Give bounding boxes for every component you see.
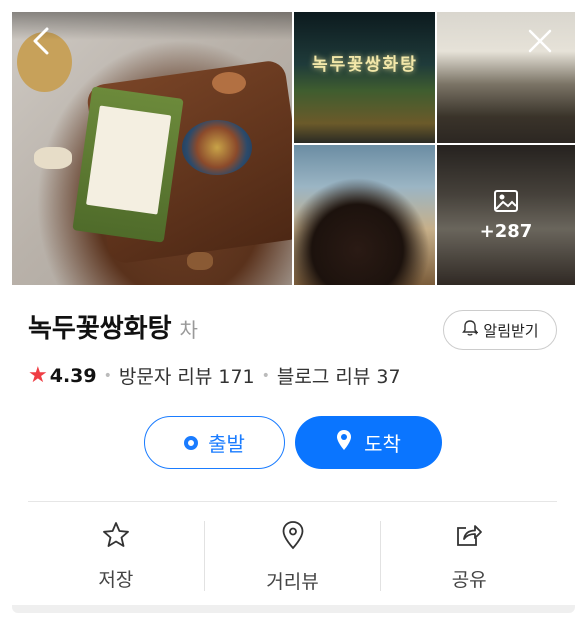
action-bar: 저장 거리뷰 공유 [28,519,557,594]
place-name: 녹두꽃쌍화탕 [28,314,172,344]
rating-score: 4.39 [49,364,97,387]
alert-button-label: 알림받기 [483,321,539,340]
back-button[interactable] [24,26,58,60]
more-photos-tile[interactable]: +287 [437,145,575,285]
close-button[interactable] [523,26,557,60]
tea-spoon-photo[interactable] [294,145,435,285]
title-row: 녹두꽃쌍화탕 차 [28,308,198,345]
visitor-reviews-link[interactable]: 방문자 리뷰 171 [119,362,255,389]
start-button-label: 출발 [208,432,245,456]
photo-grid: 녹두꽃쌍화탕 +287 [12,12,575,285]
arrive-button[interactable]: 도착 [295,416,442,469]
share-button[interactable]: 공유 [381,519,557,594]
location-pin-icon [336,429,352,456]
store-sign-text: 녹두꽃쌍화탕 [312,55,418,75]
route-buttons: 출발 도착 [144,416,442,469]
place-card: 녹두꽃쌍화탕 +287 녹두꽃쌍화탕 차 알림받기 ★ 4.39 • 방문자 리… [12,12,575,612]
alert-button[interactable]: 알림받기 [443,310,557,350]
roadview-button[interactable]: 거리뷰 [205,519,381,594]
spoon-image [212,72,246,94]
divider [28,501,557,502]
more-photos-count: +287 [479,220,533,242]
share-icon [455,522,483,553]
bowl-image [182,120,252,175]
storefront-photo[interactable]: 녹두꽃쌍화탕 [294,12,435,143]
roadview-label: 거리뷰 [266,570,319,593]
star-outline-icon [102,521,130,553]
rating-row: ★ 4.39 • 방문자 리뷰 171 • 블로그 리뷰 37 [28,362,401,389]
save-label: 저장 [98,569,134,591]
bottom-edge [12,605,575,613]
share-label: 공유 [451,568,487,591]
place-category: 차 [179,318,198,342]
gallery-icon [493,189,519,217]
save-button[interactable]: 저장 [28,519,204,594]
bell-plus-icon [461,319,479,341]
close-icon [527,28,553,58]
chevron-left-icon [32,27,50,59]
start-button[interactable]: 출발 [144,416,285,469]
origin-dot-icon [184,435,199,450]
map-pin-outline-icon [281,520,305,555]
star-icon: ★ [28,363,48,388]
more-photos-overlay: +287 [437,145,575,285]
blog-reviews-link[interactable]: 블로그 리뷰 37 [277,362,401,389]
arrive-button-label: 도착 [364,432,401,456]
